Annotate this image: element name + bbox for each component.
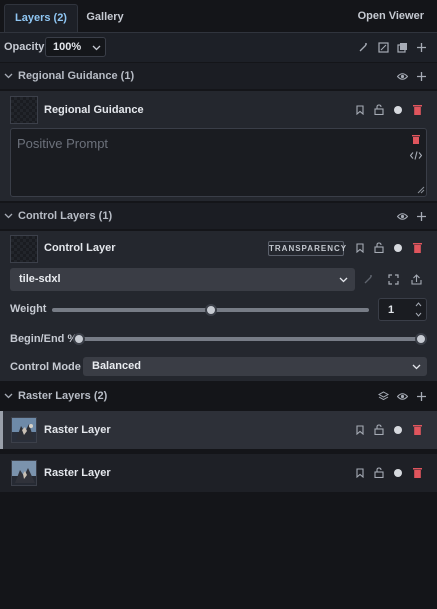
control-layers-header[interactable]: Control Layers (1) xyxy=(0,203,437,229)
control-mode-value: Balanced xyxy=(92,360,141,372)
layer-name[interactable]: Control Layer xyxy=(44,242,116,254)
unlock-icon[interactable] xyxy=(374,242,384,253)
circle-dot-icon[interactable] xyxy=(393,425,403,435)
frame-icon[interactable] xyxy=(378,42,389,53)
open-viewer-button[interactable]: Open Viewer xyxy=(358,10,424,22)
control-layers-title: Control Layers (1) xyxy=(18,210,113,222)
code-icon[interactable] xyxy=(410,150,422,160)
bookmark-icon[interactable] xyxy=(355,105,365,115)
opacity-select[interactable]: 100% xyxy=(45,37,106,57)
chevron-down-icon xyxy=(412,362,421,371)
weight-value: 1 xyxy=(388,304,395,316)
model-value: tile-sdxl xyxy=(19,273,61,285)
selection-indicator xyxy=(0,411,3,449)
increment-icon[interactable] xyxy=(415,301,422,308)
eye-icon[interactable] xyxy=(397,211,408,222)
trash-icon[interactable] xyxy=(412,467,422,478)
positive-prompt-textarea[interactable]: Positive Prompt xyxy=(10,128,427,197)
plus-icon[interactable] xyxy=(416,211,427,222)
weight-slider-thumb[interactable] xyxy=(204,304,217,316)
layer-name[interactable]: Regional Guidance xyxy=(44,104,144,116)
begin-slider-thumb[interactable] xyxy=(73,333,85,345)
opacity-value: 100% xyxy=(53,41,82,53)
copy-icon[interactable] xyxy=(397,42,408,53)
chevron-down-icon xyxy=(92,43,101,52)
magic-wand-icon[interactable] xyxy=(363,274,374,285)
chevron-down-icon[interactable] xyxy=(4,71,13,80)
plus-icon[interactable] xyxy=(416,391,427,402)
layer-name[interactable]: Raster Layer xyxy=(44,424,111,436)
regional-guidance-header[interactable]: Regional Guidance (1) xyxy=(0,63,437,89)
trash-icon[interactable] xyxy=(412,424,422,435)
control-mode-label: Control Mode xyxy=(10,361,81,373)
layers-icon[interactable] xyxy=(378,391,389,402)
upload-icon[interactable] xyxy=(411,274,422,285)
tab-layers[interactable]: Layers (2) xyxy=(4,4,78,32)
trash-icon[interactable] xyxy=(411,134,420,144)
weight-slider[interactable] xyxy=(52,304,369,316)
raster-layer-thumbnail xyxy=(11,417,37,443)
layer-thumbnail xyxy=(10,235,38,263)
weight-input[interactable]: 1 xyxy=(378,298,427,321)
unlock-icon[interactable] xyxy=(374,104,384,115)
raster-layer-card[interactable]: Raster Layer xyxy=(0,411,437,449)
raster-layers-header[interactable]: Raster Layers (2) xyxy=(0,383,437,409)
top-tab-bar: Layers (2) Gallery Open Viewer xyxy=(0,0,437,32)
tab-gallery[interactable]: Gallery xyxy=(84,4,126,32)
expand-frame-icon[interactable] xyxy=(388,274,399,285)
prompt-placeholder: Positive Prompt xyxy=(17,136,109,151)
eye-icon[interactable] xyxy=(397,391,408,402)
weight-label: Weight xyxy=(10,303,47,315)
decrement-icon[interactable] xyxy=(415,311,422,318)
circle-dot-icon[interactable] xyxy=(393,468,403,478)
trash-icon[interactable] xyxy=(412,242,422,253)
opacity-toolbar: Opacity 100% xyxy=(0,32,437,62)
raster-layers-title: Raster Layers (2) xyxy=(18,390,108,402)
bookmark-icon[interactable] xyxy=(355,468,365,478)
begin-end-slider-track xyxy=(73,337,427,341)
opacity-label: Opacity xyxy=(4,41,45,53)
chevron-down-icon xyxy=(339,275,348,284)
plus-icon[interactable] xyxy=(416,71,427,82)
chevron-down-icon[interactable] xyxy=(4,211,13,220)
control-mode-select[interactable]: Balanced xyxy=(83,357,427,376)
begin-end-slider[interactable] xyxy=(73,333,427,345)
begin-end-label: Begin/End % xyxy=(10,333,78,345)
unlock-icon[interactable] xyxy=(374,424,384,435)
eye-icon[interactable] xyxy=(397,71,408,82)
trash-icon[interactable] xyxy=(412,104,422,115)
resize-handle-icon[interactable] xyxy=(417,186,425,194)
layer-thumbnail xyxy=(10,96,38,124)
layer-name[interactable]: Raster Layer xyxy=(44,467,111,479)
regional-guidance-title: Regional Guidance (1) xyxy=(18,70,135,82)
circle-dot-icon[interactable] xyxy=(393,105,403,115)
bookmark-icon[interactable] xyxy=(355,243,365,253)
model-select[interactable]: tile-sdxl xyxy=(10,268,355,291)
raster-layer-card[interactable]: Raster Layer xyxy=(0,454,437,492)
circle-dot-icon[interactable] xyxy=(393,243,403,253)
bookmark-icon[interactable] xyxy=(355,425,365,435)
unlock-icon[interactable] xyxy=(374,467,384,478)
chevron-down-icon[interactable] xyxy=(4,391,13,400)
plus-icon[interactable] xyxy=(416,42,427,53)
magic-wand-icon[interactable] xyxy=(358,42,369,53)
end-slider-thumb[interactable] xyxy=(415,333,427,345)
raster-layer-thumbnail xyxy=(11,460,37,486)
transparency-badge[interactable]: TRANSPARENCY xyxy=(268,241,346,256)
